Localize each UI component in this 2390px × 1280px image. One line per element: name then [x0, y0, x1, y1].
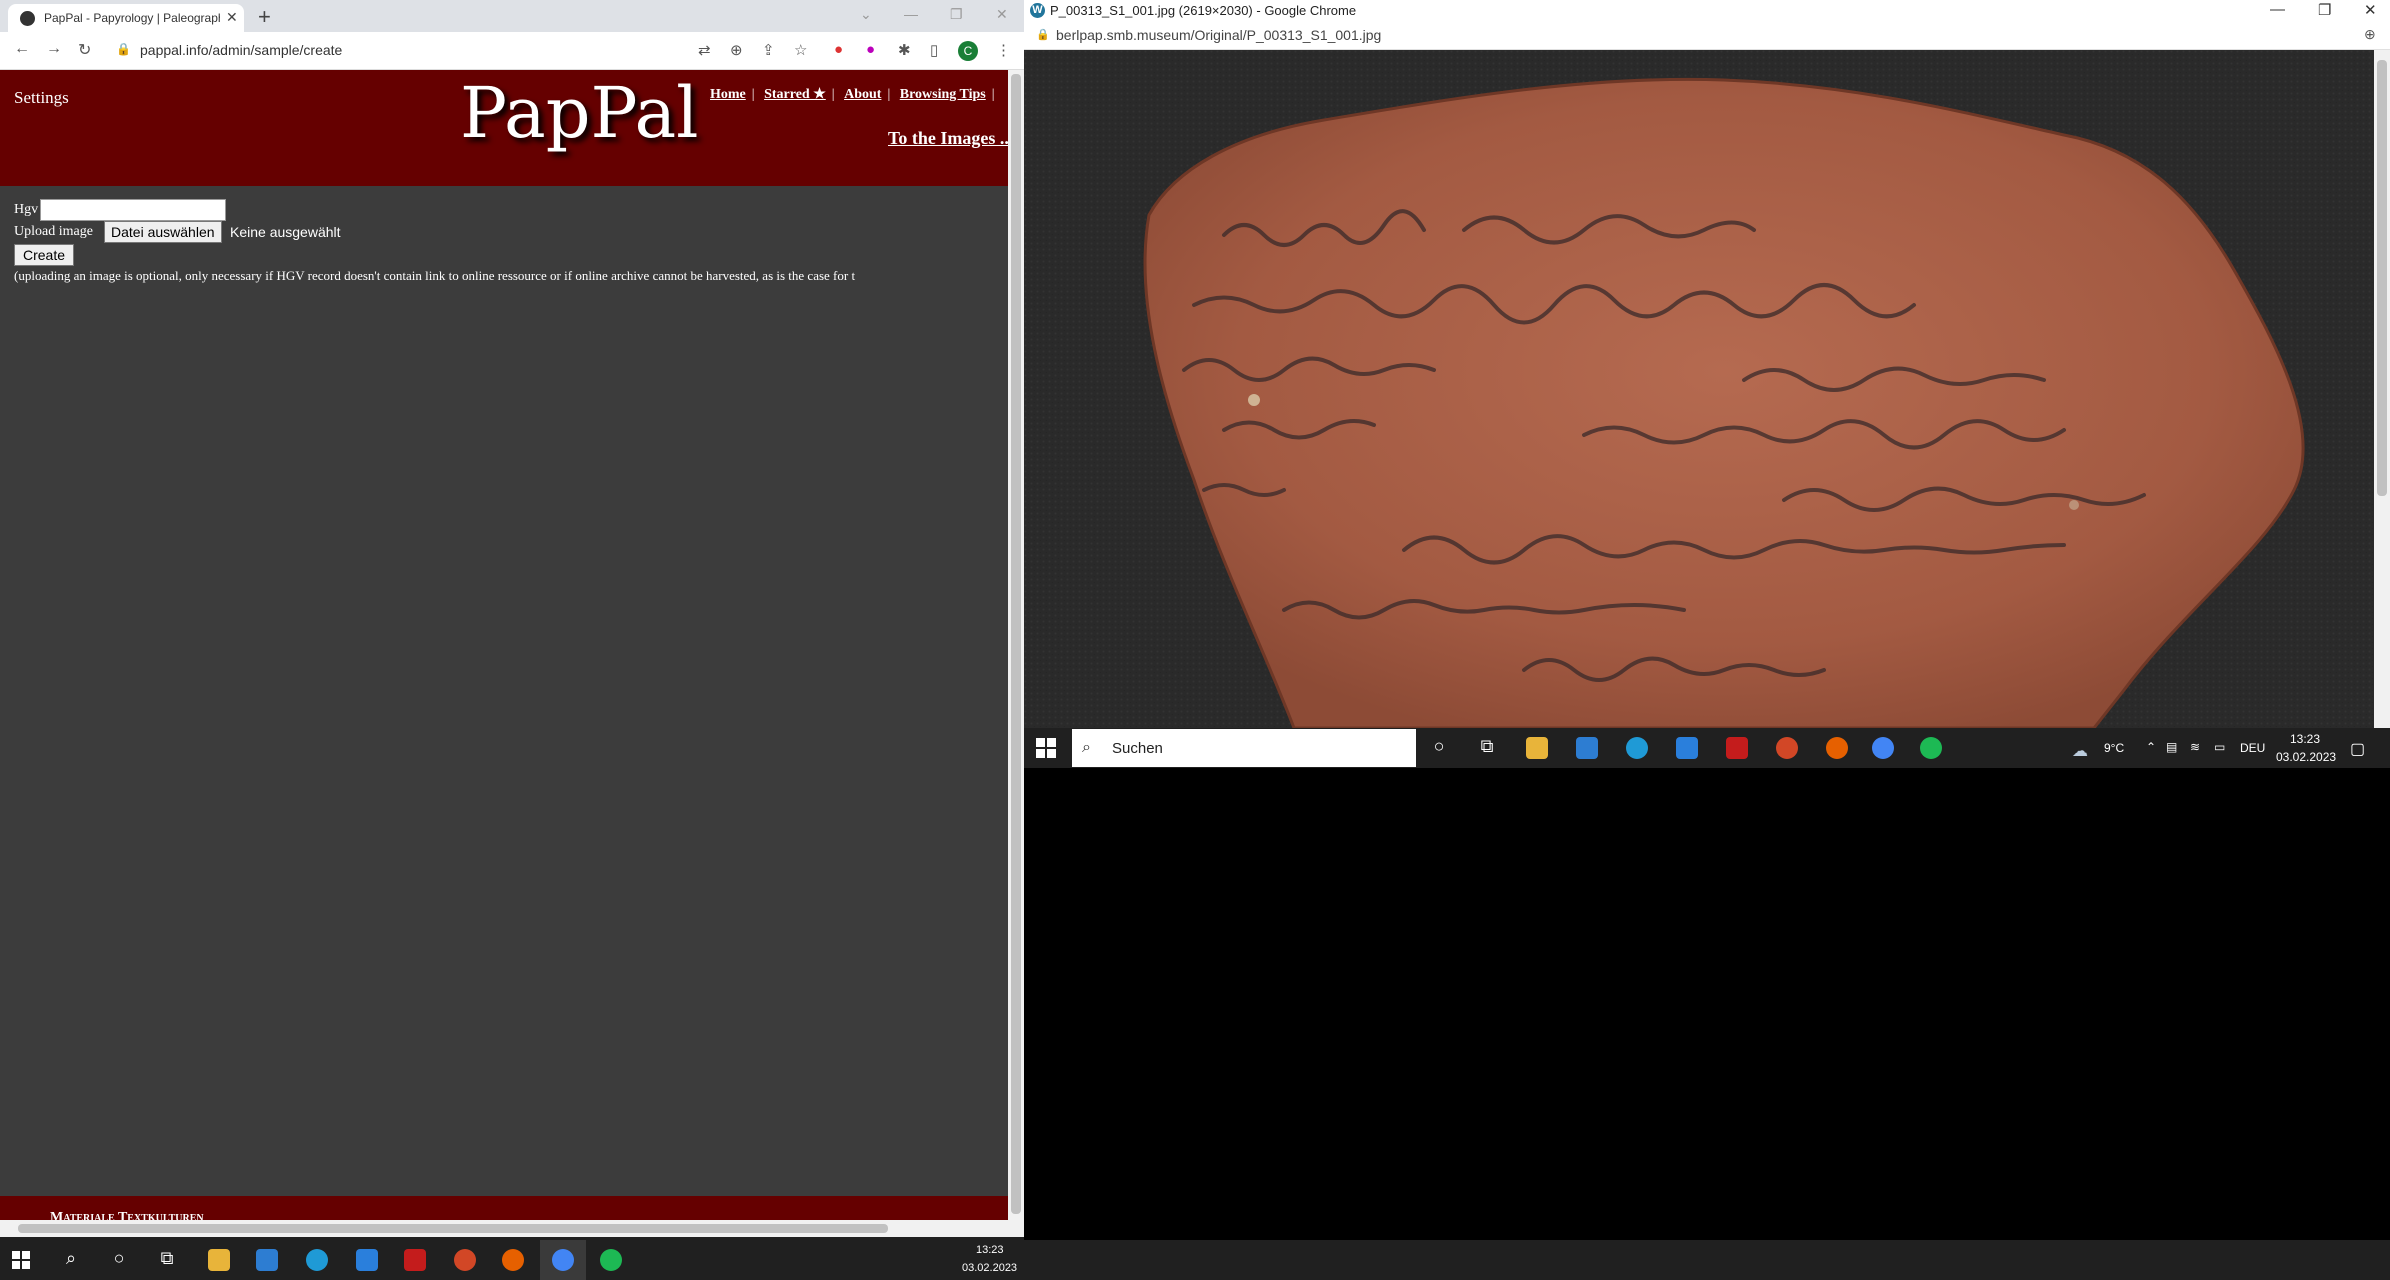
spotify-icon[interactable]	[1920, 737, 1942, 759]
zoom-icon[interactable]: ⊕	[2364, 26, 2376, 43]
file-explorer-icon[interactable]	[208, 1249, 230, 1271]
acrobat-icon[interactable]	[404, 1249, 426, 1271]
forward-icon[interactable]: →	[46, 40, 62, 58]
main-clock-time[interactable]: 13:23	[976, 1244, 1004, 1256]
task-view-icon[interactable]: ⧉	[152, 1248, 182, 1269]
weather-temp[interactable]: 9°C	[2104, 741, 2124, 755]
horizontal-scroll-thumb[interactable]	[18, 1224, 888, 1233]
edge-icon[interactable]	[1626, 737, 1648, 759]
hgv-label: Hgv	[14, 202, 39, 217]
back-icon[interactable]: ←	[14, 40, 30, 58]
chrome-icon[interactable]	[1872, 737, 1894, 759]
store-icon[interactable]	[256, 1249, 278, 1271]
file-explorer-icon[interactable]	[1526, 737, 1548, 759]
restore-button[interactable]: ❐	[2318, 1, 2331, 19]
mail-icon[interactable]	[356, 1249, 378, 1271]
extension-red-icon[interactable]: ●	[834, 41, 843, 58]
search-icon: ⌕	[1082, 739, 1091, 756]
left-window-controls: ⌄ — ❐ ✕	[850, 2, 1024, 30]
battery-icon[interactable]: ▭	[2214, 740, 2225, 754]
tab-close-icon[interactable]: ✕	[226, 9, 238, 26]
settings-link[interactable]: Settings	[14, 88, 69, 108]
ostracon-image[interactable]	[1024, 50, 2374, 728]
zoom-icon[interactable]: ⊕	[730, 41, 743, 59]
translate-icon[interactable]: ⇄	[698, 41, 711, 59]
clock-date[interactable]: 03.02.2023	[2276, 750, 2336, 764]
vertical-scroll-thumb[interactable]	[1011, 74, 1021, 1214]
address-bar[interactable]: berlpap.smb.museum/Original/P_00313_S1_0…	[1056, 27, 1381, 43]
file-status: Keine ausgewählt	[230, 224, 341, 240]
tab-pappal[interactable]: PapPal - Papyrology | Paleograph ✕	[8, 4, 244, 32]
clock-time[interactable]: 13:23	[2290, 732, 2320, 746]
sidepanel-icon[interactable]: ▯	[930, 41, 938, 59]
share-icon[interactable]: ⇪	[762, 41, 775, 59]
weather-cloud-icon[interactable]: ☁	[2072, 741, 2088, 761]
right-window-controls: — ❐ ✕	[2240, 0, 2390, 22]
search-icon[interactable]: ⌕	[56, 1248, 86, 1269]
restore-button[interactable]: ❐	[950, 6, 963, 23]
powerpoint-icon[interactable]	[454, 1249, 476, 1271]
close-window-button[interactable]: ✕	[996, 6, 1008, 23]
acrobat-icon[interactable]	[1726, 737, 1748, 759]
top-navigation: Home | Starred ★ | About | Browsing Tips |	[710, 87, 995, 102]
new-tab-button[interactable]: +	[258, 4, 271, 30]
hgv-input[interactable]	[40, 199, 226, 221]
upload-image-label: Upload image	[14, 224, 93, 239]
chrome-icon[interactable]	[552, 1249, 574, 1271]
store-icon[interactable]	[1576, 737, 1598, 759]
reload-icon[interactable]: ↻	[78, 40, 91, 60]
language-indicator[interactable]: DEU	[2240, 741, 2265, 755]
tray-chevron-icon[interactable]: ⌃	[2146, 740, 2156, 754]
pappal-content-area	[0, 186, 1008, 1194]
wordpress-icon: W	[1030, 3, 1045, 18]
nav-starred[interactable]: Starred ★	[764, 87, 826, 102]
tab-search-icon[interactable]: ⌄	[860, 6, 872, 23]
pappal-logo: PapPal	[460, 72, 699, 154]
wifi-icon[interactable]: ≋	[2190, 740, 2200, 754]
profile-avatar[interactable]: C	[958, 41, 978, 61]
minimize-button[interactable]: —	[2270, 1, 2285, 18]
vertical-scroll-thumb[interactable]	[2377, 60, 2387, 496]
lock-icon[interactable]: 🔒	[1036, 28, 1050, 41]
cortana-icon[interactable]: ○	[104, 1248, 134, 1269]
nav-browsing-tips[interactable]: Browsing Tips	[900, 87, 986, 102]
extensions-puzzle-icon[interactable]: ✱	[898, 41, 911, 59]
windows-start-icon[interactable]	[1036, 738, 1056, 758]
to-the-images-link[interactable]: To the Images ...	[888, 128, 1013, 149]
windows-start-icon[interactable]	[12, 1251, 30, 1269]
mail-icon[interactable]	[1676, 737, 1698, 759]
address-bar[interactable]: pappal.info/admin/sample/create	[140, 42, 342, 58]
extension-purple-icon[interactable]: ●	[866, 41, 875, 58]
upload-note: (uploading an image is optional, only ne…	[14, 268, 856, 283]
main-clock-date[interactable]: 03.02.2023	[962, 1262, 1017, 1274]
create-button[interactable]: Create	[14, 244, 75, 266]
notifications-icon[interactable]: ▢	[2350, 739, 2365, 759]
taskbar-search-placeholder: Suchen	[1112, 740, 1163, 757]
pappal-favicon-icon	[20, 11, 35, 26]
nav-home[interactable]: Home	[710, 87, 746, 102]
minimize-button[interactable]: —	[904, 6, 918, 22]
menu-kebab-icon[interactable]: ⋮	[996, 41, 1011, 59]
powerpoint-icon[interactable]	[1776, 737, 1798, 759]
cortana-icon[interactable]: ○	[1424, 736, 1454, 757]
left-toolbar: ← → ↻ 🔒 pappal.info/admin/sample/create …	[0, 32, 1024, 70]
spotify-icon[interactable]	[600, 1249, 622, 1271]
firefox-icon[interactable]	[1826, 737, 1848, 759]
right-window-title: P_00313_S1_001.jpg (2619×2030) - Google …	[1050, 3, 1357, 18]
lock-icon[interactable]: 🔒	[116, 42, 131, 56]
task-view-icon[interactable]: ⧉	[1472, 736, 1502, 757]
bookmark-star-icon[interactable]: ☆	[794, 41, 807, 59]
close-window-button[interactable]: ✕	[2364, 1, 2377, 19]
nav-about[interactable]: About	[844, 87, 881, 102]
edge-icon[interactable]	[306, 1249, 328, 1271]
tab-title: PapPal - Papyrology | Paleograph	[44, 11, 220, 25]
network-icon[interactable]: ▤	[2166, 740, 2177, 754]
firefox-icon[interactable]	[502, 1249, 524, 1271]
choose-file-button[interactable]: Datei auswählen	[104, 221, 222, 243]
